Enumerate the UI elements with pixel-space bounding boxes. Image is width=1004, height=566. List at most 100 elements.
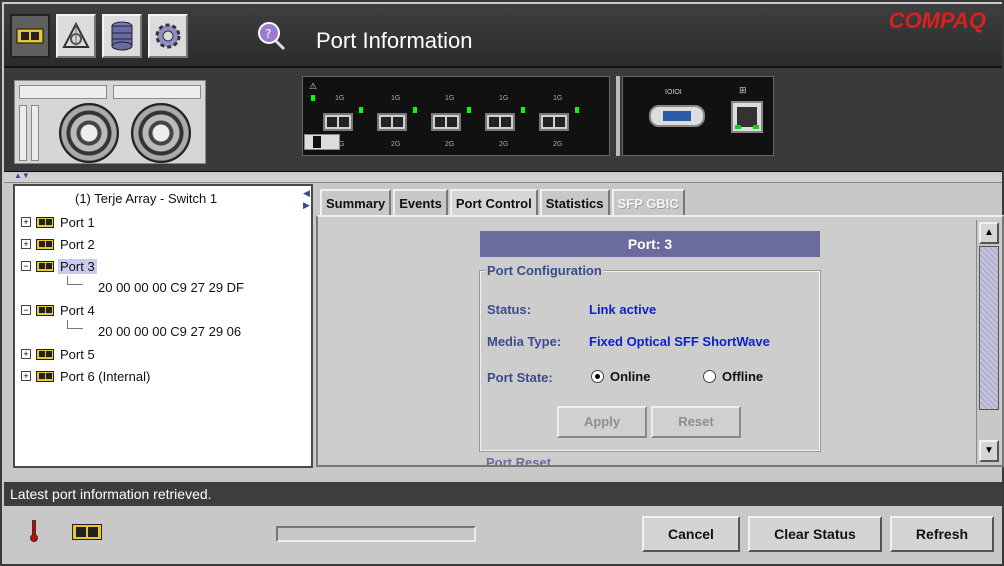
scroll-thumb[interactable] — [979, 246, 999, 410]
online-radio[interactable]: Online — [591, 369, 650, 384]
tree-connector — [67, 276, 83, 285]
chassis-handle — [616, 76, 620, 156]
tree-connector — [67, 320, 83, 329]
fabric-button[interactable] — [56, 14, 96, 58]
collapse-left-icon[interactable]: ◀ — [303, 188, 310, 199]
port-5-connector[interactable] — [539, 113, 569, 131]
radio-unselected-icon — [703, 370, 716, 383]
scroll-up-icon[interactable]: ▲ — [979, 222, 999, 244]
port-icon — [36, 370, 54, 382]
brand-logo: COMPAQ — [888, 8, 986, 33]
help-icon: ? — [258, 22, 286, 51]
refresh-button[interactable]: Refresh — [890, 516, 994, 552]
tree-item-wwn[interactable]: 20 00 00 00 C9 27 29 06 — [98, 324, 241, 339]
port-tree: (1) Terje Array - Switch 1 + Port 1 + Po… — [13, 184, 313, 468]
expand-icon[interactable]: + — [21, 371, 31, 381]
offline-radio[interactable]: Offline — [703, 369, 763, 384]
tree-root[interactable]: (1) Terje Array - Switch 1 — [75, 191, 217, 206]
fabric-icon — [62, 21, 90, 48]
apply-button[interactable]: Apply — [557, 406, 647, 438]
tree-item-wwn[interactable]: 20 00 00 00 C9 27 29 DF — [98, 280, 244, 295]
status-label: Status: — [487, 302, 532, 317]
database-icon — [111, 21, 133, 51]
tree-item-port-4[interactable]: − Port 4 — [21, 300, 97, 320]
port-reset-group-title: Port Reset — [486, 455, 552, 465]
tree-item-port-1[interactable]: + Port 1 — [21, 212, 97, 232]
title-bar: ? Port Information COMPAQ — [4, 4, 1002, 68]
collapse-icon[interactable]: − — [21, 261, 31, 271]
vertical-scrollbar[interactable]: ▲ ▼ — [976, 220, 1000, 464]
port-3-connector[interactable] — [431, 113, 461, 131]
cancel-button[interactable]: Cancel — [642, 516, 740, 552]
port-state-label: Port State: — [487, 370, 553, 385]
group-title: Port Configuration — [485, 263, 604, 278]
port-configuration-group: Port Configuration Status: Link active M… — [479, 263, 821, 452]
status-value: Link active — [589, 302, 657, 317]
port-icon — [36, 348, 54, 360]
port-4-connector[interactable] — [485, 113, 515, 131]
speed-label: 2G — [445, 141, 455, 148]
port-1-connector[interactable] — [323, 113, 353, 131]
speed-label: 2G — [499, 141, 509, 148]
switch-graphic: ⚠ 1G 2G 1G 2G 1G 2G 1G 2G 1G 2G — [4, 68, 1002, 172]
port-bank: ⚠ 1G 2G 1G 2G 1G 2G 1G 2G 1G 2G — [302, 76, 610, 156]
window-title: Port Information — [316, 28, 473, 53]
speed-label: 2G — [391, 141, 401, 148]
tree-item-label: Port 2 — [60, 236, 95, 252]
port-icon — [36, 260, 54, 272]
serial-label: IOIOI — [665, 89, 682, 96]
svg-text:?: ? — [265, 27, 271, 41]
tab-bar: Summary Events Port Control Statistics S… — [320, 189, 687, 215]
progress-bar — [276, 526, 476, 542]
tree-item-port-5[interactable]: + Port 5 — [21, 344, 97, 364]
tab-statistics[interactable]: Statistics — [539, 189, 610, 215]
ethernet-port-icon[interactable] — [731, 101, 763, 133]
tab-summary[interactable]: Summary — [320, 189, 392, 215]
thermometer-icon[interactable] — [30, 520, 38, 542]
port-2-connector[interactable] — [377, 113, 407, 131]
expand-icon[interactable]: + — [21, 349, 31, 359]
help-button[interactable]: ? — [252, 18, 286, 52]
app-window: ? Port Information COMPAQ ⚠ 1G 2G 1G 2G … — [0, 0, 1004, 566]
radio-selected-icon — [591, 370, 604, 383]
port-icon — [36, 238, 54, 250]
settings-button[interactable] — [148, 14, 188, 58]
online-label: Online — [610, 369, 651, 384]
management-ports: IOIOI ⊞ — [622, 76, 774, 156]
collapse-icon[interactable]: − — [21, 305, 31, 315]
collapse-arrows-icon[interactable]: ▲▼ — [14, 171, 30, 180]
offline-label: Offline — [722, 369, 764, 384]
fan-icon — [131, 103, 191, 163]
tab-events[interactable]: Events — [393, 189, 448, 215]
tree-item-label: Port 1 — [60, 214, 95, 230]
tree-item-port-2[interactable]: + Port 2 — [21, 234, 97, 254]
tree-item-label: Port 6 (Internal) — [60, 368, 151, 384]
expand-icon[interactable]: + — [21, 217, 31, 227]
tree-item-label: Port 4 — [60, 302, 95, 318]
clear-status-button[interactable]: Clear Status — [748, 516, 882, 552]
speed-label: 1G — [553, 95, 563, 102]
port-status-icon[interactable] — [72, 524, 102, 540]
database-button[interactable] — [102, 14, 142, 58]
reset-button[interactable]: Reset — [651, 406, 741, 438]
switch-icon — [16, 28, 44, 44]
collapse-right-icon[interactable]: ▶ — [303, 200, 310, 211]
tree-item-label: Port 5 — [60, 346, 95, 362]
tree-item-port-3[interactable]: − Port 3 — [21, 256, 97, 276]
network-icon: ⊞ — [739, 85, 747, 95]
speed-label: 1G — [391, 95, 401, 102]
splitter[interactable]: ◀ ▶ — [303, 184, 315, 468]
tab-port-control[interactable]: Port Control — [449, 189, 538, 215]
scroll-down-icon[interactable]: ▼ — [979, 440, 999, 462]
tab-sfp-gbic: SFP GBIC — [611, 189, 685, 215]
tree-item-port-6[interactable]: + Port 6 (Internal) — [21, 366, 152, 386]
pane-divider[interactable]: ▲▼ — [4, 171, 1002, 183]
speed-label: 2G — [553, 141, 563, 148]
speed-label: 1G — [499, 95, 509, 102]
serial-port-icon[interactable] — [649, 105, 705, 127]
media-type-value: Fixed Optical SFF ShortWave — [589, 334, 770, 349]
expand-icon[interactable]: + — [21, 239, 31, 249]
media-type-label: Media Type: — [487, 334, 562, 349]
speed-label: 1G — [445, 95, 455, 102]
switch-view-button[interactable] — [10, 14, 50, 58]
